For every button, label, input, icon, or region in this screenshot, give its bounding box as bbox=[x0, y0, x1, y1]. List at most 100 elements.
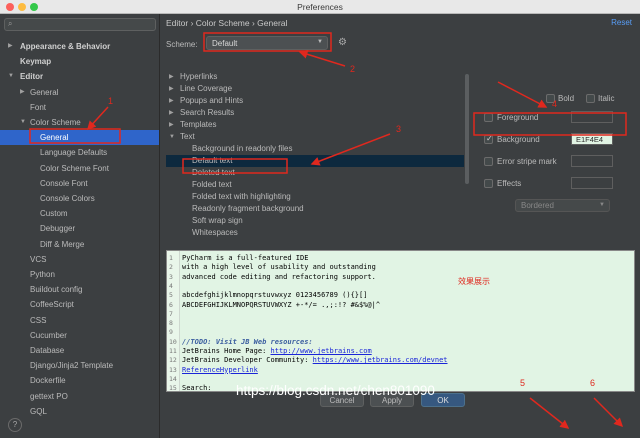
effects-swatch[interactable] bbox=[571, 177, 613, 189]
sidebar-item-label: CoffeeScript bbox=[30, 300, 74, 310]
chevron-right-icon[interactable]: ▶ bbox=[8, 39, 13, 54]
sidebar-item[interactable]: Buildout config bbox=[0, 282, 159, 297]
foreground-swatch[interactable] bbox=[571, 111, 613, 123]
sidebar-item[interactable]: Django/Jinja2 Template bbox=[0, 358, 159, 373]
code-text: abcdefghijklmnopqrstuvwxyz 0123456789 ()… bbox=[182, 291, 368, 300]
sidebar-item[interactable]: VCS bbox=[0, 252, 159, 267]
sidebar-item[interactable]: ▼ Color Scheme bbox=[0, 115, 159, 130]
search-input[interactable] bbox=[19, 20, 151, 30]
attribute-label: Search Results bbox=[180, 108, 235, 117]
color-scheme-preview[interactable]: 效果展示 1 PyCharm is a full-featured IDE 2 wit… bbox=[166, 250, 635, 392]
sidebar-item[interactable]: gettext PO bbox=[0, 389, 159, 404]
sidebar-item-label: VCS bbox=[30, 254, 47, 264]
attribute-list-item[interactable]: Folded text bbox=[166, 179, 466, 191]
attribute-list-item[interactable]: Whitespaces bbox=[166, 227, 466, 239]
attribute-label: Default text bbox=[192, 156, 233, 165]
sidebar-item[interactable]: GQL bbox=[0, 404, 159, 419]
sidebar-item[interactable]: Diff & Merge bbox=[0, 237, 159, 252]
code-text: PyCharm is a full-featured IDE bbox=[182, 254, 309, 262]
attribute-label: Deleted text bbox=[192, 168, 235, 177]
attribute-label: Templates bbox=[180, 120, 217, 129]
list-scrollbar[interactable] bbox=[464, 72, 470, 244]
preview-code: Search: bbox=[182, 383, 212, 392]
attribute-list-item[interactable]: ▶ Line Coverage bbox=[166, 83, 466, 95]
sidebar-item[interactable]: Console Font bbox=[0, 176, 159, 191]
sidebar-item[interactable]: CSS bbox=[0, 313, 159, 328]
scrollbar-thumb[interactable] bbox=[465, 74, 469, 184]
sidebar-item-label: General bbox=[30, 87, 59, 97]
code-hyperlink[interactable]: ReferenceHyperlink bbox=[182, 366, 258, 374]
attribute-list-item[interactable]: ▶ Popups and Hints bbox=[166, 95, 466, 107]
sidebar-item[interactable]: Dockerfile bbox=[0, 373, 159, 388]
chevron-right-icon[interactable]: ▶ bbox=[20, 85, 25, 100]
window-titlebar: Preferences bbox=[0, 0, 640, 14]
settings-main: Editor › Color Scheme › General Reset Sc… bbox=[161, 14, 640, 438]
sidebar-item[interactable]: General bbox=[0, 130, 159, 146]
code-text: ABCDEFGHIJKLMNOPQRSTUVWXYZ +-*/= .,;:!? … bbox=[182, 300, 381, 309]
sidebar-item[interactable]: Font bbox=[0, 100, 159, 115]
code-text: JetBrains Home Page: bbox=[182, 347, 271, 355]
sidebar-item-label: Cucumber bbox=[30, 330, 67, 340]
bold-checkbox[interactable] bbox=[546, 94, 555, 103]
error-stripe-checkbox[interactable] bbox=[484, 157, 493, 166]
background-label: Background bbox=[497, 135, 540, 144]
chevron-right-icon[interactable]: ▶ bbox=[169, 119, 174, 131]
attribute-list-item[interactable]: ▶ Hyperlinks bbox=[166, 71, 466, 83]
attribute-list-item[interactable]: Deleted text bbox=[166, 167, 466, 179]
attribute-list-item[interactable]: Folded text with highlighting bbox=[166, 191, 466, 203]
scheme-select[interactable]: Default ▼ bbox=[206, 36, 328, 50]
chevron-right-icon[interactable]: ▶ bbox=[169, 83, 174, 95]
attribute-label: Text bbox=[180, 132, 195, 141]
sidebar-item[interactable]: Language Defaults bbox=[0, 145, 159, 160]
code-text: with a high level of usability and outst… bbox=[182, 263, 376, 272]
effect-type-select[interactable]: Bordered ▼ bbox=[515, 199, 610, 212]
foreground-checkbox[interactable] bbox=[484, 113, 493, 122]
sidebar-item[interactable]: ▶ General bbox=[0, 85, 159, 100]
attribute-label: Folded text with highlighting bbox=[192, 192, 291, 201]
chevron-right-icon[interactable]: ▶ bbox=[169, 107, 174, 119]
chevron-down-icon[interactable]: ▼ bbox=[169, 131, 175, 143]
sidebar-item[interactable]: Keymap bbox=[0, 54, 159, 69]
attribute-list-item[interactable]: Readonly fragment background bbox=[166, 203, 466, 215]
sidebar-item[interactable]: ▼ Editor bbox=[0, 69, 159, 84]
attribute-list-item[interactable]: ▶ Search Results bbox=[166, 107, 466, 119]
attribute-list-item[interactable]: ▼ Text bbox=[166, 131, 466, 143]
effects-checkbox[interactable] bbox=[484, 179, 493, 188]
sidebar-item-label: General bbox=[40, 133, 69, 143]
sidebar-item[interactable]: Console Colors bbox=[0, 191, 159, 206]
chevron-right-icon[interactable]: ▶ bbox=[169, 71, 174, 83]
code-hyperlink[interactable]: http://www.jetbrains.com bbox=[271, 347, 372, 355]
sidebar-item[interactable]: CoffeeScript bbox=[0, 297, 159, 312]
sidebar-item-label: Font bbox=[30, 102, 47, 112]
attribute-list-item[interactable]: ▶ Templates bbox=[166, 119, 466, 131]
attribute-list-item[interactable]: Soft wrap sign bbox=[166, 215, 466, 227]
sidebar-item[interactable]: Debugger bbox=[0, 221, 159, 236]
sidebar-item-label: Debugger bbox=[40, 224, 76, 234]
background-swatch[interactable]: E1F4E4 bbox=[571, 133, 613, 145]
sidebar-item[interactable]: ▶ Appearance & Behavior bbox=[0, 39, 159, 54]
chevron-down-icon[interactable]: ▼ bbox=[8, 69, 14, 84]
sidebar-item[interactable]: Database bbox=[0, 343, 159, 358]
line-number: 15 bbox=[169, 384, 177, 392]
settings-search[interactable]: ⌕ bbox=[4, 18, 156, 31]
sidebar-item[interactable]: Custom bbox=[0, 206, 159, 221]
reset-link[interactable]: Reset bbox=[611, 18, 632, 27]
attribute-options: Bold Italic Foreground ✓ Background E1F4… bbox=[471, 69, 640, 244]
attribute-list-item[interactable]: Default text bbox=[166, 155, 466, 167]
sidebar-item[interactable]: Cucumber bbox=[0, 328, 159, 343]
attribute-label: Hyperlinks bbox=[180, 72, 218, 81]
gear-icon[interactable]: ⚙ bbox=[338, 37, 347, 48]
sidebar-item[interactable]: Python bbox=[0, 267, 159, 282]
attribute-list-item[interactable]: Background in readonly files bbox=[166, 143, 466, 155]
chevron-down-icon[interactable]: ▼ bbox=[20, 115, 26, 130]
italic-checkbox[interactable] bbox=[586, 94, 595, 103]
sidebar-item[interactable]: Color Scheme Font bbox=[0, 161, 159, 176]
background-checkbox[interactable]: ✓ bbox=[484, 134, 493, 144]
chevron-right-icon[interactable]: ▶ bbox=[169, 95, 174, 107]
help-icon[interactable]: ? bbox=[8, 418, 22, 432]
code-text: Search: bbox=[182, 384, 212, 392]
code-hyperlink[interactable]: https://www.jetbrains.com/devnet bbox=[313, 356, 448, 364]
code-text: JetBrains Developer Community: bbox=[182, 356, 313, 365]
error-stripe-swatch[interactable] bbox=[571, 155, 613, 167]
sidebar-item-label: Color Scheme bbox=[30, 118, 81, 127]
